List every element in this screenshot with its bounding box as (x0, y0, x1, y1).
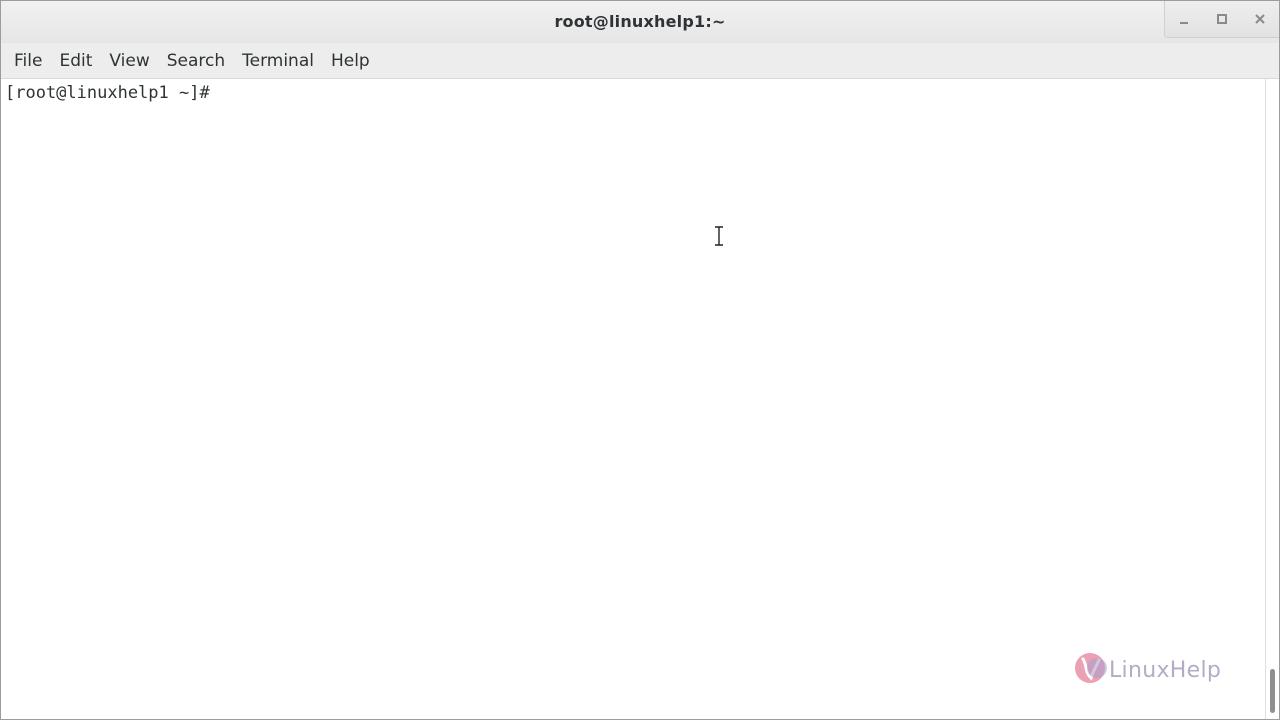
window-controls (1164, 1, 1279, 38)
vertical-scrollbar[interactable] (1265, 79, 1279, 719)
menu-help[interactable]: Help (324, 47, 377, 75)
close-icon (1254, 13, 1266, 25)
linuxhelp-logo-icon (1073, 651, 1107, 690)
linuxhelp-watermark: LinuxHelp (1073, 651, 1221, 690)
minimize-icon (1178, 13, 1190, 25)
menu-view[interactable]: View (102, 47, 156, 75)
menu-search[interactable]: Search (160, 47, 232, 75)
i-beam-cursor-icon (713, 225, 725, 247)
menu-file[interactable]: File (7, 47, 49, 75)
window-title: root@linuxhelp1:~ (554, 12, 726, 31)
menu-bar: File Edit View Search Terminal Help (1, 43, 1279, 79)
menu-terminal[interactable]: Terminal (235, 47, 321, 75)
scrollbar-thumb[interactable] (1270, 669, 1275, 713)
menu-edit[interactable]: Edit (52, 47, 99, 75)
close-button[interactable] (1241, 1, 1279, 37)
terminal-window: root@linuxhelp1:~ File Edit View Search … (0, 0, 1280, 720)
maximize-button[interactable] (1203, 1, 1241, 37)
title-bar[interactable]: root@linuxhelp1:~ (1, 1, 1279, 43)
maximize-icon (1216, 13, 1228, 25)
shell-prompt: [root@linuxhelp1 ~]# (5, 83, 210, 103)
watermark-text: LinuxHelp (1109, 658, 1222, 683)
minimize-button[interactable] (1165, 1, 1203, 37)
terminal-area[interactable]: [root@linuxhelp1 ~]# (1, 79, 1265, 719)
